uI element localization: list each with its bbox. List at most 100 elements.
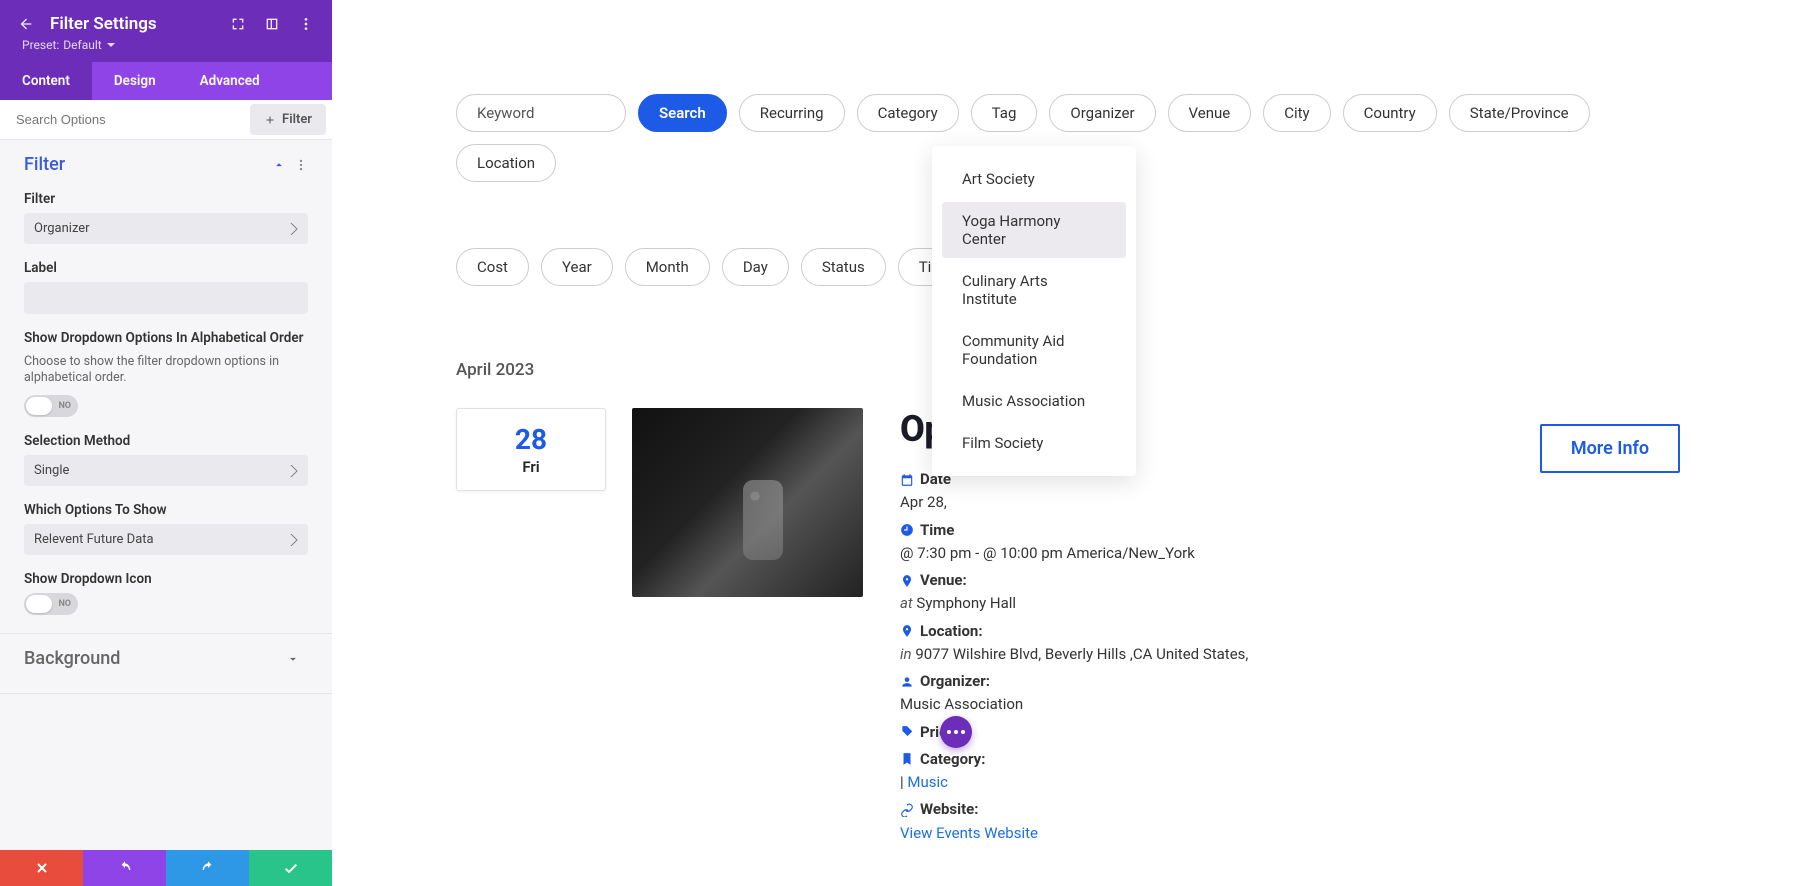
filter-chip-organizer[interactable]: Organizer: [1049, 94, 1155, 132]
selection-select[interactable]: Single: [24, 455, 308, 486]
person-icon: [900, 675, 914, 689]
filter-chip-tag[interactable]: Tag: [971, 94, 1038, 132]
meta-time-label: Time: [920, 519, 954, 542]
filter-chip-year[interactable]: Year: [541, 248, 613, 286]
tab-advanced[interactable]: Advanced: [178, 62, 282, 100]
calendar-icon: [900, 473, 914, 487]
filter-field-label: Filter: [24, 191, 308, 207]
tab-design[interactable]: Design: [92, 62, 178, 100]
event-date-card: 28 Fri: [456, 408, 606, 491]
which-select-value: Relevent Future Data: [24, 524, 308, 555]
which-select[interactable]: Relevent Future Data: [24, 524, 308, 555]
meta-category-link[interactable]: Music: [907, 773, 948, 791]
bookmark-icon: [900, 752, 914, 766]
panel-body: Filter Filter Organizer Label Show Dropd…: [0, 140, 332, 850]
section-filter-title: Filter: [24, 154, 272, 175]
organizer-dropdown: Art Society Yoga Harmony Center Culinary…: [932, 146, 1136, 476]
filter-select-value: Organizer: [24, 213, 308, 244]
selection-select-value: Single: [24, 455, 308, 486]
more-info-button[interactable]: More Info: [1540, 424, 1680, 473]
event-image: [632, 408, 863, 597]
dropdownicon-toggle[interactable]: NO: [24, 593, 78, 615]
plus-icon: [264, 114, 276, 126]
more-icon[interactable]: [294, 158, 308, 172]
dropdown-item[interactable]: Community Aid Foundation: [942, 322, 1126, 378]
search-button[interactable]: Search: [638, 94, 727, 132]
back-icon[interactable]: [16, 14, 36, 34]
meta-category-sep: |: [900, 773, 904, 791]
redo-button[interactable]: [166, 850, 249, 886]
meta-website-link[interactable]: View Events Website: [900, 824, 1038, 842]
event-date-number: 28: [457, 423, 605, 456]
filter-chip-month[interactable]: Month: [625, 248, 710, 286]
dropdown-item[interactable]: Music Association: [942, 382, 1126, 420]
floating-action-button[interactable]: [940, 716, 972, 748]
meta-organizer-value: Music Association: [900, 693, 1514, 716]
filter-chip-day[interactable]: Day: [722, 248, 789, 286]
pin-icon: [900, 574, 914, 588]
meta-location-value: 9077 Wilshire Blvd, Beverly Hills ,CA Un…: [915, 645, 1248, 663]
filter-chip-recurring[interactable]: Recurring: [739, 94, 845, 132]
filter-chip-stateprovince[interactable]: State/Province: [1449, 94, 1590, 132]
alpha-toggle-value: NO: [58, 401, 71, 411]
dropdownicon-toggle-value: NO: [58, 599, 71, 609]
section-background-header[interactable]: Background: [24, 648, 308, 669]
chevron-down-icon: [106, 40, 116, 50]
keyword-input[interactable]: Keyword: [456, 94, 626, 132]
dropdown-item[interactable]: Yoga Harmony Center: [942, 202, 1126, 258]
tab-content[interactable]: Content: [0, 62, 92, 100]
chevron-up-icon: [272, 158, 286, 172]
section-background-title: Background: [24, 648, 286, 669]
alpha-field-desc: Choose to show the filter dropdown optio…: [24, 354, 308, 388]
more-icon[interactable]: [296, 14, 316, 34]
event-date-day: Fri: [457, 458, 605, 476]
close-icon: [34, 860, 50, 876]
meta-venue-value: Symphony Hall: [916, 594, 1016, 612]
panel-title: Filter Settings: [50, 14, 214, 34]
meta-category-label: Category:: [920, 748, 985, 771]
add-filter-button[interactable]: Filter: [250, 104, 326, 135]
discard-button[interactable]: [0, 850, 83, 886]
filter-select[interactable]: Organizer: [24, 213, 308, 244]
filter-chip-status[interactable]: Status: [801, 248, 886, 286]
which-field-label: Which Options To Show: [24, 502, 308, 518]
link-icon: [900, 803, 914, 817]
meta-location-prefix: in: [900, 645, 912, 663]
clock-icon: [900, 523, 914, 537]
meta-venue-label: Venue:: [920, 569, 967, 592]
settings-tabs: Content Design Advanced: [0, 62, 332, 100]
meta-venue-prefix: at: [900, 594, 913, 612]
filter-chip-location[interactable]: Location: [456, 144, 556, 182]
filter-chip-cost[interactable]: Cost: [456, 248, 529, 286]
alpha-toggle[interactable]: NO: [24, 395, 78, 417]
dropdownicon-field-label: Show Dropdown Icon: [24, 571, 308, 587]
alpha-field-label: Show Dropdown Options In Alphabetical Or…: [24, 330, 308, 348]
label-field-label: Label: [24, 260, 308, 276]
tag-icon: [900, 725, 914, 739]
search-options-row: Filter: [0, 100, 332, 140]
filter-chip-city[interactable]: City: [1263, 94, 1330, 132]
label-input[interactable]: [24, 282, 308, 314]
preset-selector[interactable]: Preset: Default: [0, 38, 332, 62]
search-options-input[interactable]: [0, 100, 244, 139]
pin-icon: [900, 624, 914, 638]
undo-button[interactable]: [83, 850, 166, 886]
dropdown-item[interactable]: Culinary Arts Institute: [942, 262, 1126, 318]
dropdown-item[interactable]: Film Society: [942, 424, 1126, 462]
meta-location-label: Location:: [920, 620, 983, 643]
save-button[interactable]: [249, 850, 332, 886]
redo-icon: [200, 860, 216, 876]
preset-label: Preset:: [22, 38, 59, 52]
undo-icon: [117, 860, 133, 876]
section-filter-header[interactable]: Filter: [24, 154, 308, 175]
dropdown-item[interactable]: Art Society: [942, 160, 1126, 198]
filter-chip-country[interactable]: Country: [1343, 94, 1437, 132]
preset-value: Default: [63, 38, 101, 52]
meta-organizer-label: Organizer:: [920, 670, 990, 693]
collapse-sidebar-icon[interactable]: [262, 14, 282, 34]
filter-chip-category[interactable]: Category: [857, 94, 959, 132]
expand-icon[interactable]: [228, 14, 248, 34]
add-filter-label: Filter: [282, 112, 312, 127]
chevron-down-icon: [286, 652, 300, 666]
filter-chip-venue[interactable]: Venue: [1168, 94, 1252, 132]
